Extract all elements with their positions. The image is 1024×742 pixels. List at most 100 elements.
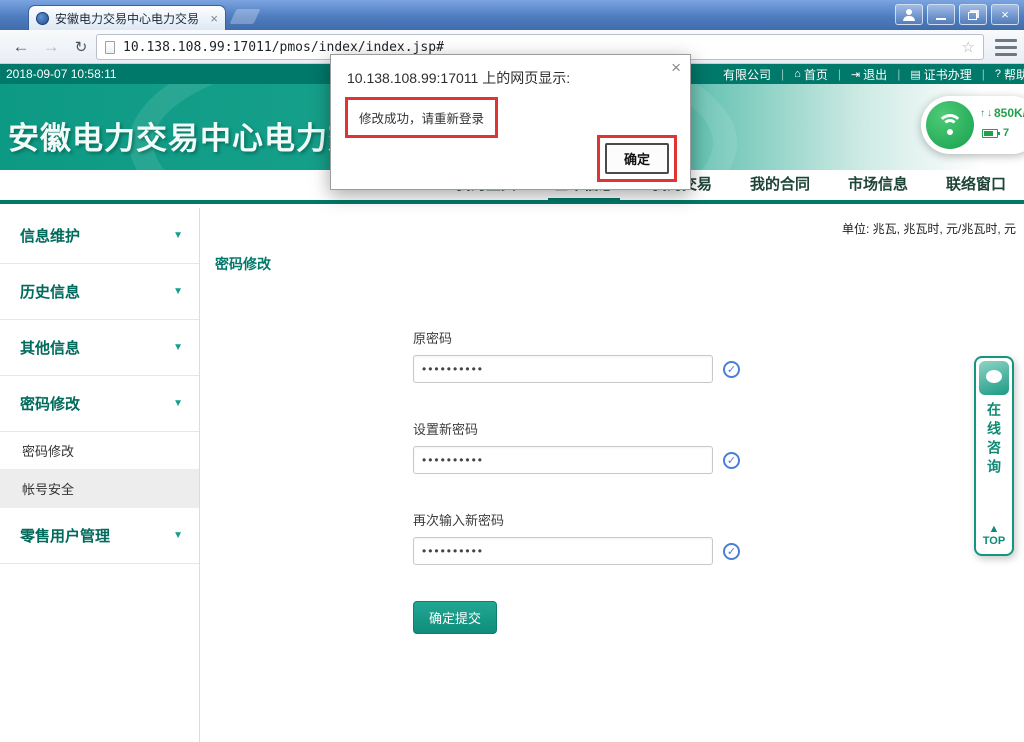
help-link[interactable]: ? 帮助: [995, 66, 1024, 83]
wifi-icon: [926, 101, 974, 149]
network-speed-widget[interactable]: ↑ ↓ 850K/s 7: [921, 96, 1024, 154]
speed-value: 850K/s: [994, 106, 1024, 120]
logout-link-label: 退出: [863, 66, 887, 83]
company-name: 有限公司: [723, 66, 771, 83]
sidebar-item-label: 其他信息: [20, 337, 173, 358]
sidebar-item-label: 零售用户管理: [20, 525, 173, 546]
restore-button[interactable]: [959, 4, 987, 25]
page-title: 密码修改: [215, 254, 271, 274]
back-to-top-button[interactable]: ▲ TOP: [983, 524, 1005, 548]
reload-button[interactable]: ↻: [68, 35, 94, 59]
valid-check-icon: ✓: [723, 543, 740, 560]
window-controls: ×: [895, 4, 1019, 25]
sidebar-item-label: 密码修改: [20, 393, 173, 414]
old-password-field-block: 原密码 ✓: [413, 328, 740, 383]
new-password-input[interactable]: [413, 446, 713, 474]
home-icon: ⌂: [794, 68, 801, 80]
chevron-down-icon: ▼: [173, 342, 183, 353]
top-label: TOP: [983, 535, 1005, 548]
units-note: 单位: 兆瓦, 兆瓦时, 元/兆瓦时, 元: [842, 220, 1016, 237]
timestamp: 2018-09-07 10:58:11: [6, 67, 117, 81]
separator: |: [781, 67, 784, 81]
minimize-icon: [936, 18, 946, 20]
valid-check-icon: ✓: [723, 361, 740, 378]
separator: |: [982, 67, 985, 81]
browser-tab[interactable]: 安徽电力交易中心电力交易 ×: [28, 5, 226, 30]
battery-readout: 7: [982, 127, 1009, 139]
menu-bar-icon: [995, 46, 1017, 49]
person-icon: [903, 9, 915, 21]
site-favicon-icon: [36, 12, 49, 25]
home-link[interactable]: ⌂ 首页: [794, 66, 828, 83]
forward-button[interactable]: →: [38, 35, 64, 59]
upload-arrow-icon: ↑: [980, 108, 985, 119]
sidebar-item-retail-user-management[interactable]: 零售用户管理 ▼: [0, 508, 199, 564]
speed-readout: ↑ ↓ 850K/s: [980, 106, 1024, 120]
restore-icon: [968, 12, 977, 20]
confirm-password-label: 再次输入新密码: [413, 510, 740, 529]
close-button[interactable]: ×: [991, 4, 1019, 25]
help-link-label: 帮助: [1004, 66, 1024, 83]
nav-item-market-info[interactable]: 市场信息: [848, 170, 908, 200]
alert-dialog-title: 10.138.108.99:17011 上的网页显示:: [347, 68, 570, 88]
profile-button[interactable]: [895, 4, 923, 25]
new-password-label: 设置新密码: [413, 419, 740, 438]
page-icon: [105, 41, 115, 54]
help-icon: ?: [995, 68, 1001, 80]
separator: |: [838, 67, 841, 81]
submit-button[interactable]: 确定提交: [413, 601, 497, 634]
alert-dialog: 10.138.108.99:17011 上的网页显示: × 修改成功，请重新登录…: [330, 54, 691, 190]
minimize-button[interactable]: [927, 4, 955, 25]
consult-mascot-icon: [979, 361, 1009, 395]
bookmark-star-icon[interactable]: ☆: [962, 38, 975, 56]
tab-title: 安徽电力交易中心电力交易: [55, 10, 204, 27]
sidebar-subitem-password-change[interactable]: 密码修改: [0, 432, 199, 470]
certificate-icon: ▤: [910, 68, 920, 81]
close-icon: ×: [1001, 8, 1009, 21]
sidebar-item-label: 历史信息: [20, 281, 173, 302]
old-password-input[interactable]: [413, 355, 713, 383]
dialog-close-icon[interactable]: ×: [671, 58, 681, 78]
top-strip-links: 有限公司 | ⌂ 首页 | ⇥ 退出 | ▤ 证书办理 | ?: [723, 66, 1024, 83]
url-text[interactable]: 10.138.108.99:17011/pmos/index/index.jsp…: [123, 40, 954, 55]
chevron-down-icon: ▼: [173, 230, 183, 241]
certificate-link[interactable]: ▤ 证书办理: [910, 66, 971, 83]
chevron-down-icon: ▼: [173, 530, 183, 541]
nav-item-my-contract[interactable]: 我的合同: [750, 170, 810, 200]
online-consult-widget[interactable]: 在线咨询 ▲ TOP: [974, 356, 1014, 556]
sidebar-item-info-maintenance[interactable]: 信息维护 ▼: [0, 208, 199, 264]
battery-value: 7: [1003, 127, 1009, 139]
nav-item-contact[interactable]: 联络窗口: [946, 170, 1006, 200]
back-button[interactable]: ←: [8, 35, 34, 59]
confirm-password-field-block: 再次输入新密码 ✓: [413, 510, 740, 565]
annotation-box-message: 修改成功，请重新登录: [345, 97, 498, 138]
separator: |: [897, 67, 900, 81]
ok-button[interactable]: 确定: [605, 143, 669, 174]
new-tab-button[interactable]: [230, 9, 261, 24]
alert-dialog-message: 修改成功，请重新登录: [359, 108, 484, 127]
sidebar-item-history-info[interactable]: 历史信息 ▼: [0, 264, 199, 320]
valid-check-icon: ✓: [723, 452, 740, 469]
sidebar-item-password-change[interactable]: 密码修改 ▼: [0, 376, 199, 432]
chevron-down-icon: ▼: [173, 398, 183, 409]
sidebar: 信息维护 ▼ 历史信息 ▼ 其他信息 ▼ 密码修改 ▼ 密码修改 帐号安全: [0, 208, 200, 742]
main-content: 单位: 兆瓦, 兆瓦时, 元/兆瓦时, 元 密码修改 原密码 ✓ 设置新密码: [201, 208, 1024, 742]
browser-menu-button[interactable]: [995, 39, 1017, 56]
tab-close-icon[interactable]: ×: [210, 12, 218, 25]
menu-bar-icon: [995, 39, 1017, 42]
chevron-down-icon: ▼: [173, 286, 183, 297]
logout-icon: ⇥: [851, 68, 860, 81]
logout-link[interactable]: ⇥ 退出: [851, 66, 887, 83]
sidebar-subitem-account-security[interactable]: 帐号安全: [0, 470, 199, 508]
sidebar-item-other-info[interactable]: 其他信息 ▼: [0, 320, 199, 376]
browser-window: 安徽电力交易中心电力交易 × × ← → ↻ 10.138.108.99:170…: [0, 0, 1024, 742]
download-arrow-icon: ↓: [987, 108, 992, 119]
home-link-label: 首页: [804, 66, 828, 83]
annotation-box-ok: 确定: [597, 135, 677, 182]
password-form: 原密码 ✓ 设置新密码 ✓ 再次输入新密码: [413, 328, 740, 634]
browser-titlebar: 安徽电力交易中心电力交易 × ×: [0, 0, 1024, 30]
sidebar-item-label: 信息维护: [20, 225, 173, 246]
certificate-link-label: 证书办理: [924, 66, 972, 83]
confirm-password-input[interactable]: [413, 537, 713, 565]
page-body: 信息维护 ▼ 历史信息 ▼ 其他信息 ▼ 密码修改 ▼ 密码修改 帐号安全: [0, 208, 1024, 742]
